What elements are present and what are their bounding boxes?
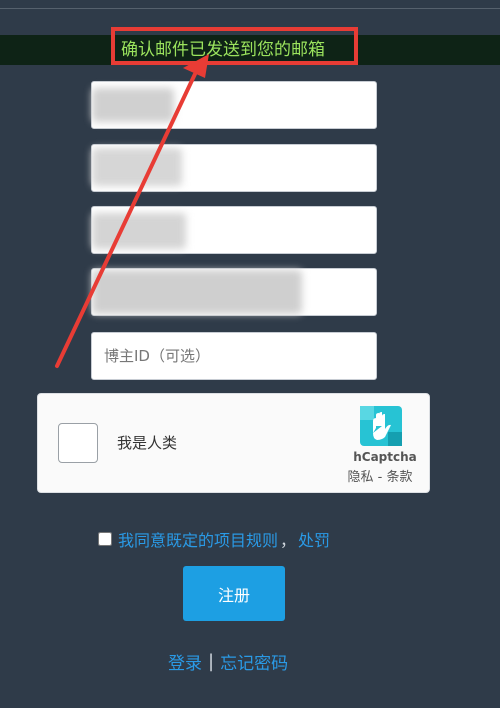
penalty-link[interactable]: 处罚 bbox=[298, 527, 330, 551]
annotation-highlight-box bbox=[111, 27, 358, 65]
register-button[interactable]: 注册 bbox=[183, 566, 285, 621]
agreement-row: 我同意既定的项目规则 ， 处罚 bbox=[98, 528, 330, 550]
rules-link[interactable]: 我同意既定的项目规则 bbox=[118, 527, 278, 551]
agreement-comma: ， bbox=[280, 531, 297, 550]
redaction-blur-1 bbox=[92, 88, 174, 122]
links-separator: - bbox=[373, 470, 387, 485]
captcha-checkbox[interactable] bbox=[58, 423, 98, 463]
top-divider bbox=[0, 0, 500, 9]
footer-separator: | bbox=[208, 650, 215, 672]
hcaptcha-links: 隐私 - 条款 bbox=[334, 466, 426, 485]
redaction-blur-3 bbox=[92, 213, 186, 249]
redaction-blur-2 bbox=[92, 148, 182, 186]
terms-link[interactable]: 条款 bbox=[386, 470, 412, 485]
agree-checkbox[interactable] bbox=[98, 532, 112, 546]
hcaptcha-brand: hCaptcha bbox=[353, 450, 417, 464]
footer-links: 登录 | 忘记密码 bbox=[168, 649, 304, 674]
hcaptcha-widget: 我是人类 hCaptcha 隐私 - 条款 bbox=[37, 393, 430, 493]
forgot-password-link[interactable]: 忘记密码 bbox=[220, 649, 288, 674]
captcha-label: 我是人类 bbox=[117, 434, 178, 452]
hcaptcha-logo-icon bbox=[360, 406, 402, 446]
privacy-link[interactable]: 隐私 bbox=[348, 470, 374, 485]
blogger-id-field[interactable] bbox=[91, 332, 377, 380]
login-link[interactable]: 登录 bbox=[168, 649, 202, 674]
redaction-blur-4 bbox=[92, 270, 302, 314]
